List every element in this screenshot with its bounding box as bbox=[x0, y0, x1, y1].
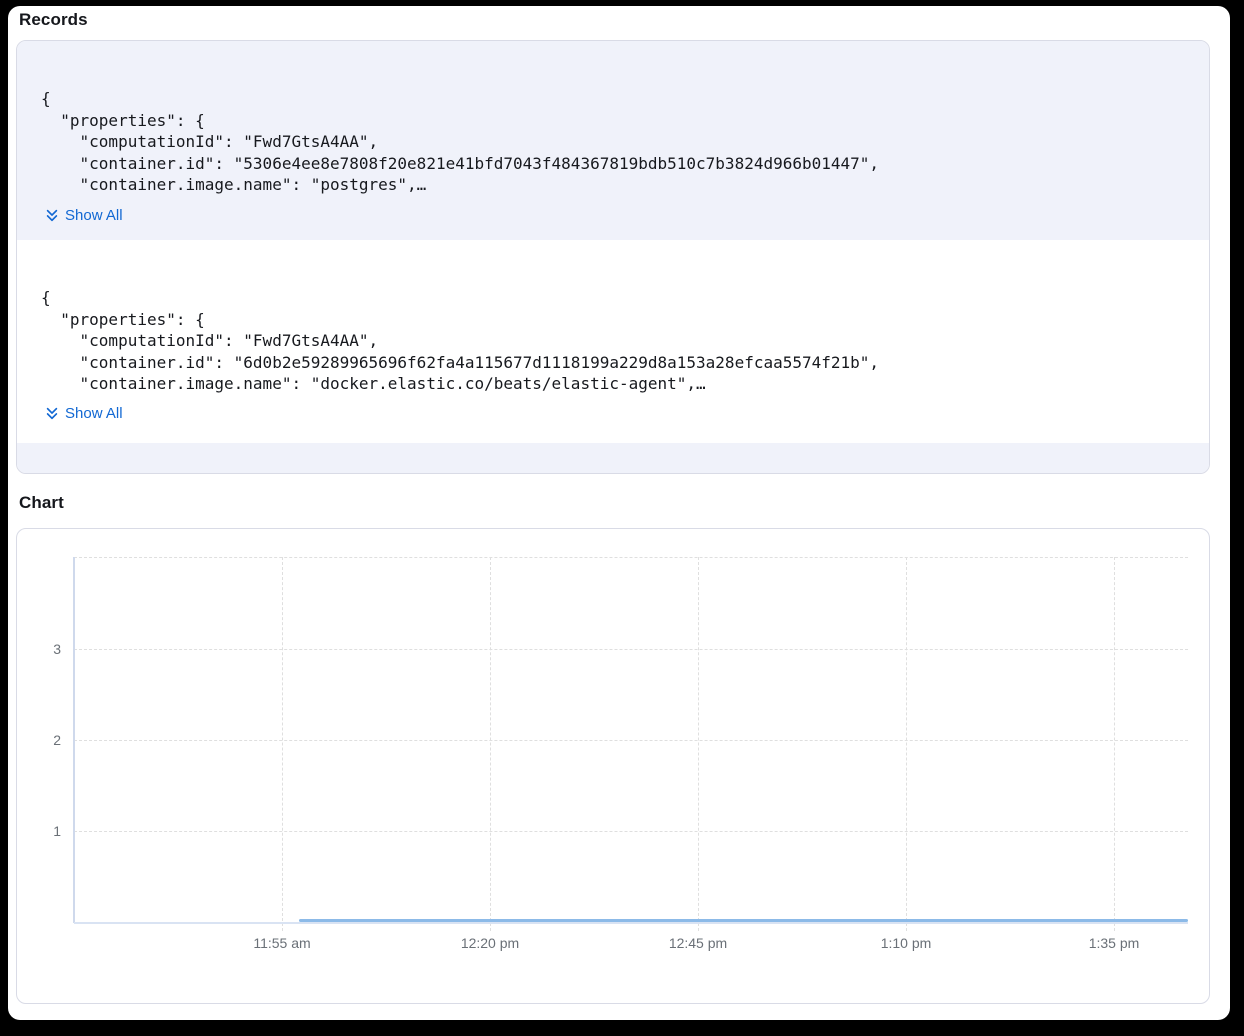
json-line: "container.id": "5306e4ee8e7808f20e821e4… bbox=[41, 153, 879, 175]
record-row-partial bbox=[17, 443, 1209, 474]
x-axis-tick-label: 1:35 pm bbox=[1054, 935, 1174, 951]
json-line: { bbox=[41, 88, 879, 110]
y-axis-tick-label: 3 bbox=[29, 641, 61, 657]
x-axis-tick-label: 12:20 pm bbox=[430, 935, 550, 951]
show-all-link[interactable]: Show All bbox=[45, 405, 123, 422]
record-row: { "properties": { "computationId": "Fwd7… bbox=[17, 240, 1209, 443]
record-json-preview: { "properties": { "computationId": "Fwd7… bbox=[41, 287, 879, 395]
show-all-label: Show All bbox=[65, 405, 123, 422]
gridline-horizontal bbox=[74, 557, 1188, 558]
x-axis-line bbox=[74, 922, 1188, 924]
gridline-horizontal bbox=[74, 649, 1188, 650]
x-axis-tick-label: 11:55 am bbox=[222, 935, 342, 951]
gridline-vertical bbox=[698, 557, 699, 931]
json-line: "properties": { bbox=[41, 110, 879, 132]
content-card: Records { "properties": { "computationId… bbox=[8, 6, 1230, 1020]
double-chevron-down-icon bbox=[45, 208, 59, 223]
gridline-vertical bbox=[906, 557, 907, 931]
double-chevron-down-icon bbox=[45, 406, 59, 421]
y-axis-tick-label: 2 bbox=[29, 732, 61, 748]
gridline-horizontal bbox=[74, 831, 1188, 832]
json-line: { bbox=[41, 287, 879, 309]
x-axis-tick-label: 1:10 pm bbox=[846, 935, 966, 951]
record-row: { "properties": { "computationId": "Fwd7… bbox=[17, 41, 1209, 240]
gridline-vertical bbox=[1114, 557, 1115, 931]
gridline-horizontal bbox=[74, 740, 1188, 741]
json-line: "computationId": "Fwd7GtsA4AA", bbox=[41, 330, 879, 352]
gridline-vertical bbox=[490, 557, 491, 931]
series-line bbox=[299, 919, 1188, 922]
y-axis-line bbox=[73, 557, 75, 923]
records-section-title: Records bbox=[19, 10, 88, 30]
json-line: "properties": { bbox=[41, 309, 879, 331]
json-line: "container.image.name": "postgres",… bbox=[41, 174, 879, 196]
x-axis-tick-label: 12:45 pm bbox=[638, 935, 758, 951]
record-json-preview: { "properties": { "computationId": "Fwd7… bbox=[41, 88, 879, 196]
show-all-label: Show All bbox=[65, 207, 123, 224]
json-line: "computationId": "Fwd7GtsA4AA", bbox=[41, 131, 879, 153]
y-axis-tick-label: 1 bbox=[29, 823, 61, 839]
show-all-link[interactable]: Show All bbox=[45, 207, 123, 224]
json-line: "container.id": "6d0b2e59289965696f62fa4… bbox=[41, 352, 879, 374]
plot-area bbox=[74, 557, 1188, 923]
gridline-vertical bbox=[282, 557, 283, 931]
json-line: "container.image.name": "docker.elastic.… bbox=[41, 373, 879, 395]
chart-panel: 3 2 1 11:55 am 12:20 pm 12:45 pm 1:10 pm… bbox=[16, 528, 1210, 1004]
records-panel: { "properties": { "computationId": "Fwd7… bbox=[16, 40, 1210, 474]
chart-section-title: Chart bbox=[19, 493, 64, 513]
